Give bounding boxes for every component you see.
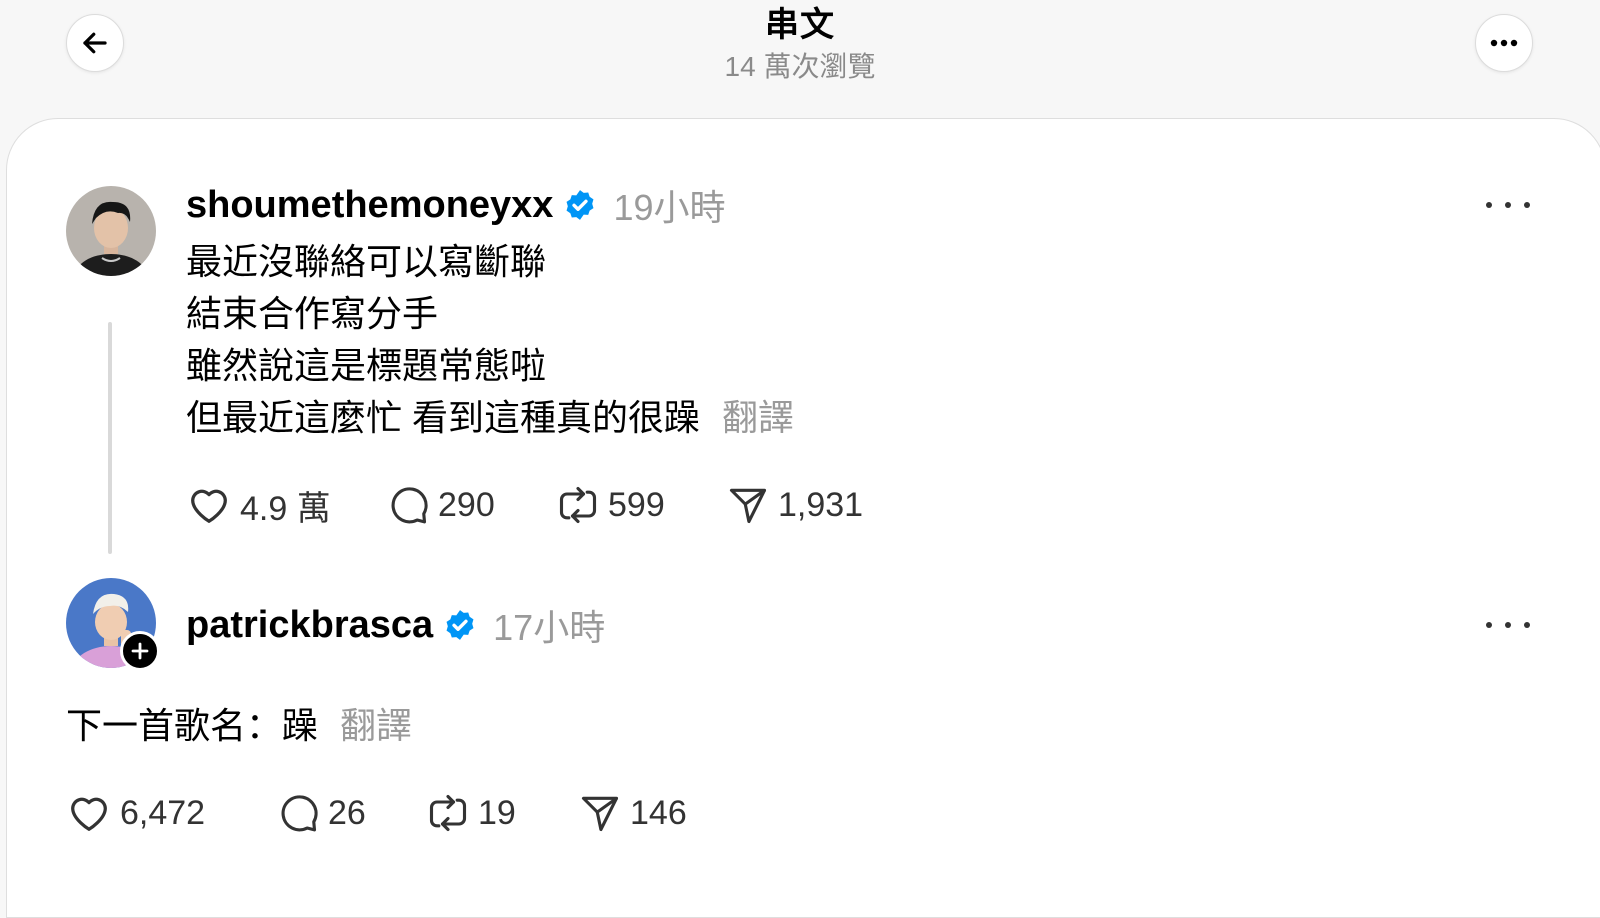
username[interactable]: patrickbrasca <box>186 604 433 647</box>
avatar[interactable] <box>66 186 156 276</box>
view-count: 14 萬次瀏覽 <box>724 51 876 82</box>
share-button[interactable]: 146 <box>578 791 687 835</box>
more-options-button[interactable] <box>1475 14 1533 72</box>
repost-icon <box>429 794 467 832</box>
post-line: 雖然說這是標題常態啦 <box>186 345 547 386</box>
post-line: 最近沒聯絡可以寫斷聯 <box>186 241 547 282</box>
repost-icon <box>559 486 597 524</box>
plus-icon <box>131 642 149 660</box>
comment-icon <box>391 487 428 524</box>
ellipsis-icon <box>1490 39 1518 47</box>
page-title: 串文 <box>765 6 835 44</box>
share-count: 146 <box>630 793 687 832</box>
repost-count: 599 <box>608 485 665 524</box>
share-button[interactable]: 1,931 <box>726 483 863 527</box>
share-count: 1,931 <box>778 485 864 524</box>
post-body: 下一首歌名：躁 翻譯 <box>66 700 412 752</box>
post-more-button[interactable] <box>1486 195 1530 215</box>
post-body: 最近沒聯絡可以寫斷聯 結束合作寫分手 雖然說這是標題常態啦 但最近這麼忙 看到這… <box>186 236 794 444</box>
reply-button[interactable]: 290 <box>386 483 556 527</box>
header-titles: 串文 14 萬次瀏覽 <box>0 4 1600 86</box>
post-line: 結束合作寫分手 <box>186 293 439 334</box>
comment-icon <box>281 795 318 832</box>
post-header: patrickbrasca 17小時 <box>186 600 605 650</box>
like-button[interactable]: 4.9 萬 <box>186 481 386 530</box>
translate-link[interactable]: 翻譯 <box>340 705 412 746</box>
repost-button[interactable]: 19 <box>426 791 578 835</box>
heart-icon <box>191 489 227 523</box>
repost-count: 19 <box>478 793 516 832</box>
reply-count: 26 <box>328 793 366 832</box>
avatar-image <box>66 186 156 276</box>
send-icon <box>729 488 767 524</box>
send-icon <box>581 796 619 832</box>
post-line: 下一首歌名：躁 <box>66 705 319 746</box>
translate-link[interactable]: 翻譯 <box>722 397 794 438</box>
post-actions: 4.9 萬 290 599 1,931 <box>186 482 863 528</box>
top-bar: 串文 14 萬次瀏覽 <box>0 0 1600 120</box>
reply-button[interactable]: 26 <box>276 791 426 835</box>
verified-badge-icon <box>566 190 594 220</box>
verified-badge-icon <box>446 610 474 640</box>
post-header: shoumethemoneyxx 19小時 <box>186 180 726 230</box>
username[interactable]: shoumethemoneyxx <box>186 184 553 227</box>
post-more-button[interactable] <box>1486 615 1530 635</box>
thread-connector-line <box>108 322 112 554</box>
like-button[interactable]: 6,472 <box>66 790 276 836</box>
heart-icon <box>71 797 107 831</box>
post-time: 19小時 <box>613 187 726 228</box>
follow-plus-button[interactable] <box>120 631 160 671</box>
like-count: 4.9 萬 <box>240 489 331 528</box>
like-count: 6,472 <box>120 793 206 832</box>
post-time: 17小時 <box>493 607 606 648</box>
post-line: 但最近這麼忙 看到這種真的很躁 <box>186 397 701 438</box>
reply-count: 290 <box>438 485 495 524</box>
post-actions: 6,472 26 19 146 <box>66 790 687 836</box>
repost-button[interactable]: 599 <box>556 483 726 527</box>
